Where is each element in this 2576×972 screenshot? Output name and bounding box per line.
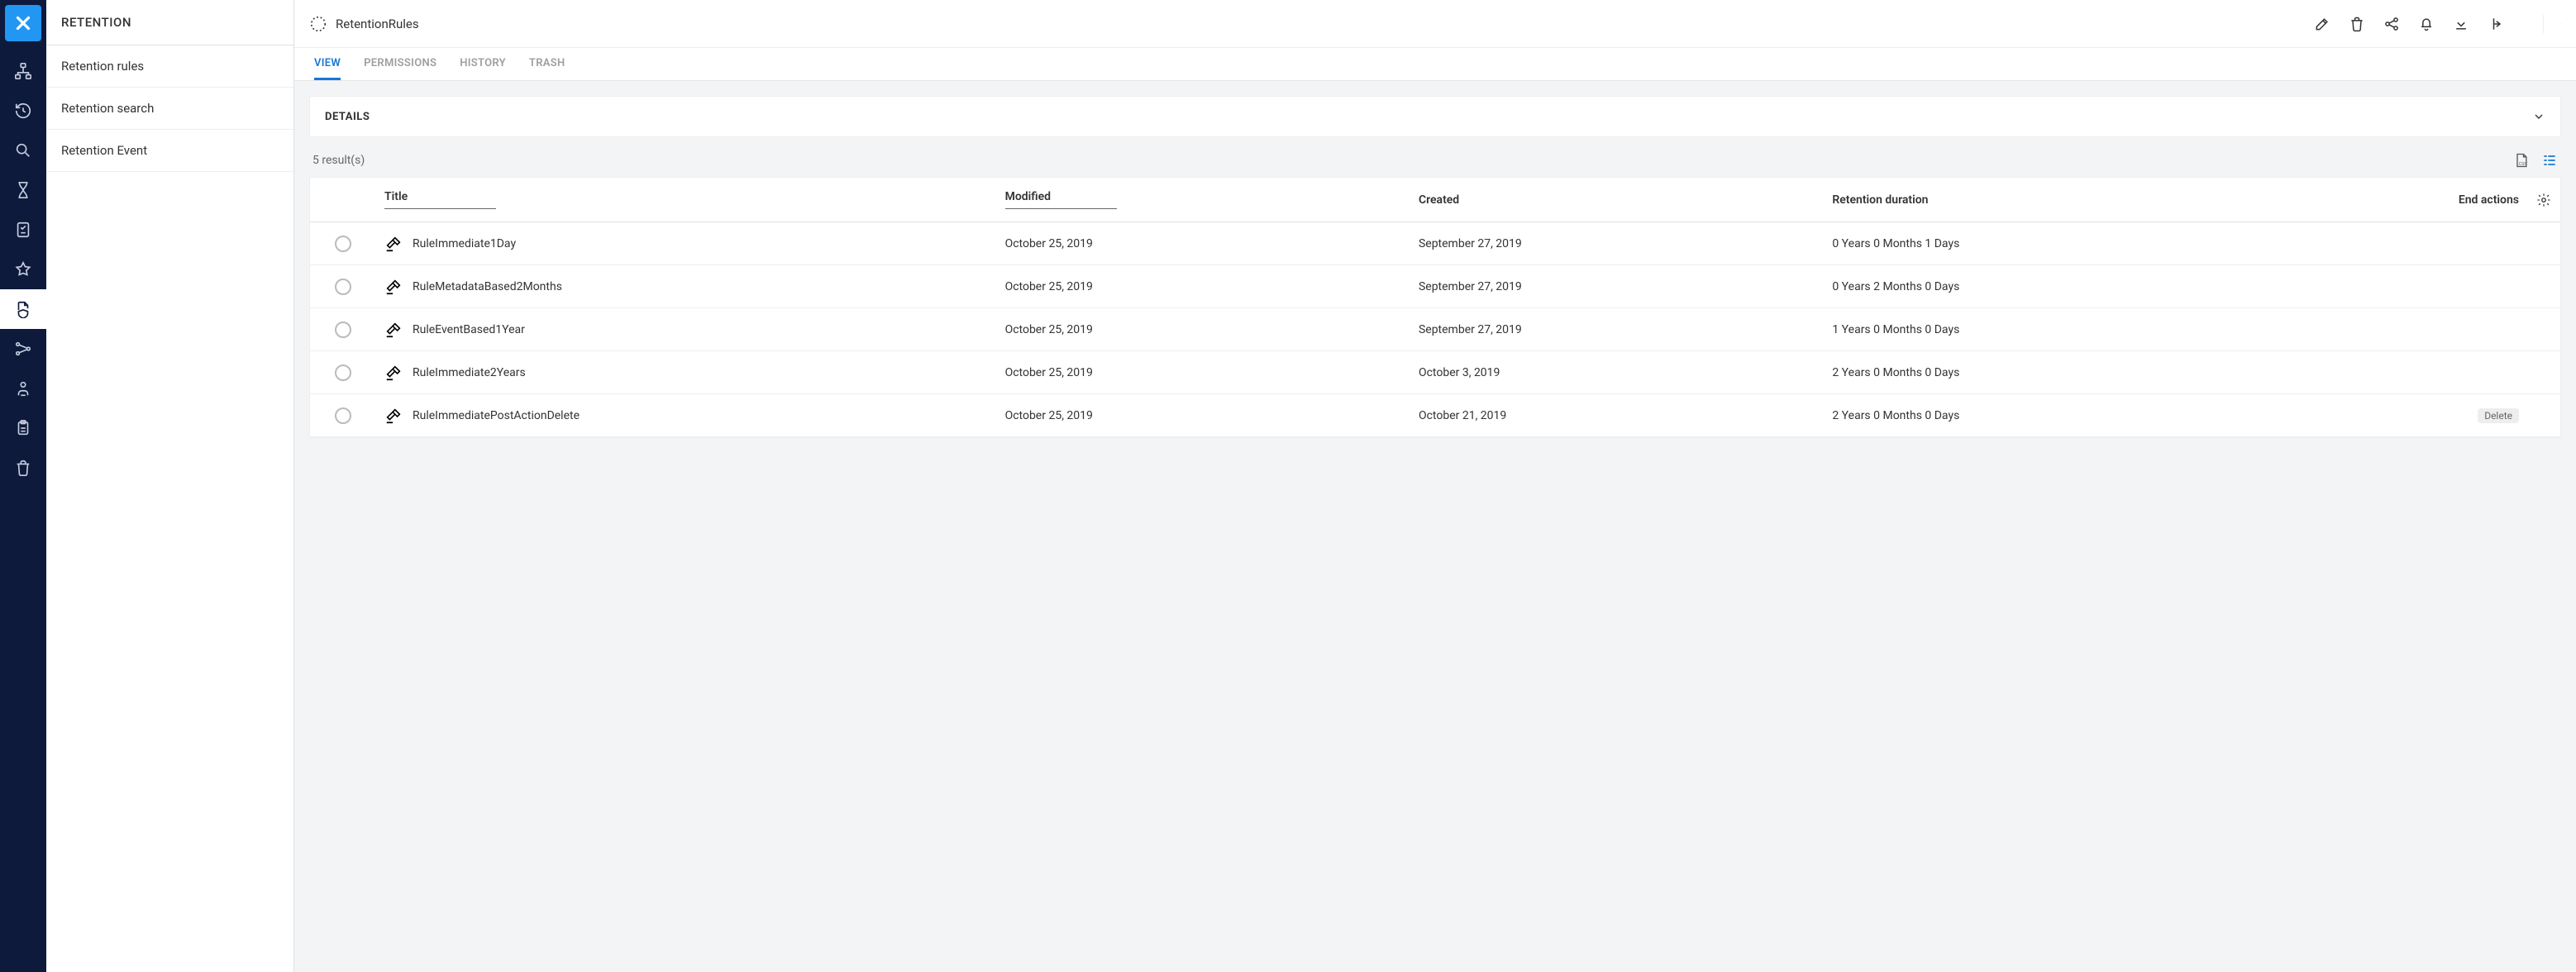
tabs: VIEW PERMISSIONS HISTORY TRASH xyxy=(294,48,2576,81)
table-row[interactable]: RuleMetadataBased2Months October 25, 2019… xyxy=(310,265,2560,308)
sidebar-header: RETENTION xyxy=(46,0,293,45)
nav-history-icon[interactable] xyxy=(0,91,46,131)
gavel-icon xyxy=(384,235,403,253)
results-count: 5 result(s) xyxy=(312,154,365,167)
tab-history[interactable]: HISTORY xyxy=(460,49,506,80)
sidebar-item-retention-search[interactable]: Retention search xyxy=(46,88,293,130)
row-title: RuleImmediatePostActionDelete xyxy=(413,409,580,422)
details-panel: DETAILS xyxy=(309,96,2561,137)
table-row[interactable]: RuleImmediate1Day October 25, 2019Septemb… xyxy=(310,222,2560,265)
row-created: September 27, 2019 xyxy=(1410,323,1824,336)
nav-search-icon[interactable] xyxy=(0,131,46,170)
row-title: RuleEventBased1Year xyxy=(413,323,525,336)
folder-loading-icon xyxy=(309,15,327,33)
app-logo[interactable] xyxy=(5,5,41,41)
row-retention: 2 Years 0 Months 0 Days xyxy=(1824,366,2278,379)
gavel-icon xyxy=(384,278,403,296)
gavel-icon xyxy=(384,407,403,425)
svg-text:CSV: CSV xyxy=(2519,162,2528,167)
table-row[interactable]: RuleImmediate2Years October 25, 2019Octob… xyxy=(310,351,2560,394)
table-header: Title Modified Created Retention duratio… xyxy=(310,178,2560,222)
nav-sitemap-icon[interactable] xyxy=(0,51,46,91)
row-end-action: Delete xyxy=(2279,408,2527,423)
row-checkbox[interactable] xyxy=(335,322,351,338)
row-modified: October 25, 2019 xyxy=(997,366,1410,379)
row-created: September 27, 2019 xyxy=(1410,280,1824,293)
table-row[interactable]: RuleImmediatePostActionDelete October 25,… xyxy=(310,394,2560,437)
row-checkbox[interactable] xyxy=(335,279,351,295)
tab-trash[interactable]: TRASH xyxy=(529,49,565,80)
sidebar: RETENTION Retention rules Retention sear… xyxy=(46,0,294,972)
nav-clipboard-icon[interactable] xyxy=(0,408,46,448)
nav-star-icon[interactable] xyxy=(0,250,46,289)
share-icon[interactable] xyxy=(2383,15,2401,33)
export-csv-icon[interactable]: CSV xyxy=(2513,152,2530,169)
details-panel-title: DETAILS xyxy=(325,111,370,123)
details-panel-header[interactable]: DETAILS xyxy=(310,97,2560,136)
row-title: RuleMetadataBased2Months xyxy=(413,280,562,293)
row-modified: October 25, 2019 xyxy=(997,280,1410,293)
row-modified: October 25, 2019 xyxy=(997,237,1410,250)
row-checkbox[interactable] xyxy=(335,236,351,252)
table-settings-icon[interactable] xyxy=(2527,193,2560,207)
search-icon[interactable] xyxy=(2543,15,2561,33)
sidebar-item-retention-event[interactable]: Retention Event xyxy=(46,130,293,172)
gavel-icon xyxy=(384,321,403,339)
row-retention: 0 Years 0 Months 1 Days xyxy=(1824,237,2278,250)
topbar: RetentionRules xyxy=(294,0,2576,48)
export-icon[interactable] xyxy=(2487,15,2505,33)
gavel-icon xyxy=(384,364,403,382)
page-title: RetentionRules xyxy=(336,17,419,31)
column-title[interactable]: Title xyxy=(376,190,997,209)
column-created[interactable]: Created xyxy=(1410,193,1824,207)
results-table: Title Modified Created Retention duratio… xyxy=(309,177,2561,438)
main: RetentionRules VIEW PERMISSIONS HISTORY … xyxy=(294,0,2576,972)
nav-checklist-icon[interactable] xyxy=(0,210,46,250)
download-icon[interactable] xyxy=(2452,15,2470,33)
row-modified: October 25, 2019 xyxy=(997,409,1410,422)
column-end-actions[interactable]: End actions xyxy=(2279,193,2527,207)
row-created: October 21, 2019 xyxy=(1410,409,1824,422)
tab-permissions[interactable]: PERMISSIONS xyxy=(364,49,436,80)
column-modified[interactable]: Modified xyxy=(997,190,1410,209)
row-title: RuleImmediate2Years xyxy=(413,366,526,379)
row-retention: 2 Years 0 Months 0 Days xyxy=(1824,409,2278,422)
delete-icon[interactable] xyxy=(2348,15,2366,33)
row-checkbox[interactable] xyxy=(335,407,351,424)
nav-hourglass-icon[interactable] xyxy=(0,170,46,210)
topbar-actions xyxy=(2313,15,2561,33)
row-modified: October 25, 2019 xyxy=(997,323,1410,336)
bell-icon[interactable] xyxy=(2417,15,2435,33)
row-created: October 3, 2019 xyxy=(1410,366,1824,379)
table-row[interactable]: RuleEventBased1Year October 25, 2019Septe… xyxy=(310,308,2560,351)
nav-retention-icon[interactable] xyxy=(0,289,46,329)
edit-icon[interactable] xyxy=(2313,15,2331,33)
nav-graph-icon[interactable] xyxy=(0,329,46,369)
row-title: RuleImmediate1Day xyxy=(413,237,516,250)
column-retention-duration[interactable]: Retention duration xyxy=(1824,193,2278,207)
row-retention: 0 Years 2 Months 0 Days xyxy=(1824,280,2278,293)
sidebar-item-retention-rules[interactable]: Retention rules xyxy=(46,45,293,88)
row-created: September 27, 2019 xyxy=(1410,237,1824,250)
tab-view[interactable]: VIEW xyxy=(314,49,341,80)
nav-trash-icon[interactable] xyxy=(0,448,46,488)
column-settings-icon[interactable] xyxy=(2541,152,2558,169)
row-checkbox[interactable] xyxy=(335,364,351,381)
nav-user-icon[interactable] xyxy=(0,369,46,408)
chevron-down-icon xyxy=(2532,110,2545,123)
row-retention: 1 Years 0 Months 0 Days xyxy=(1824,323,2278,336)
icon-rail xyxy=(0,0,46,972)
